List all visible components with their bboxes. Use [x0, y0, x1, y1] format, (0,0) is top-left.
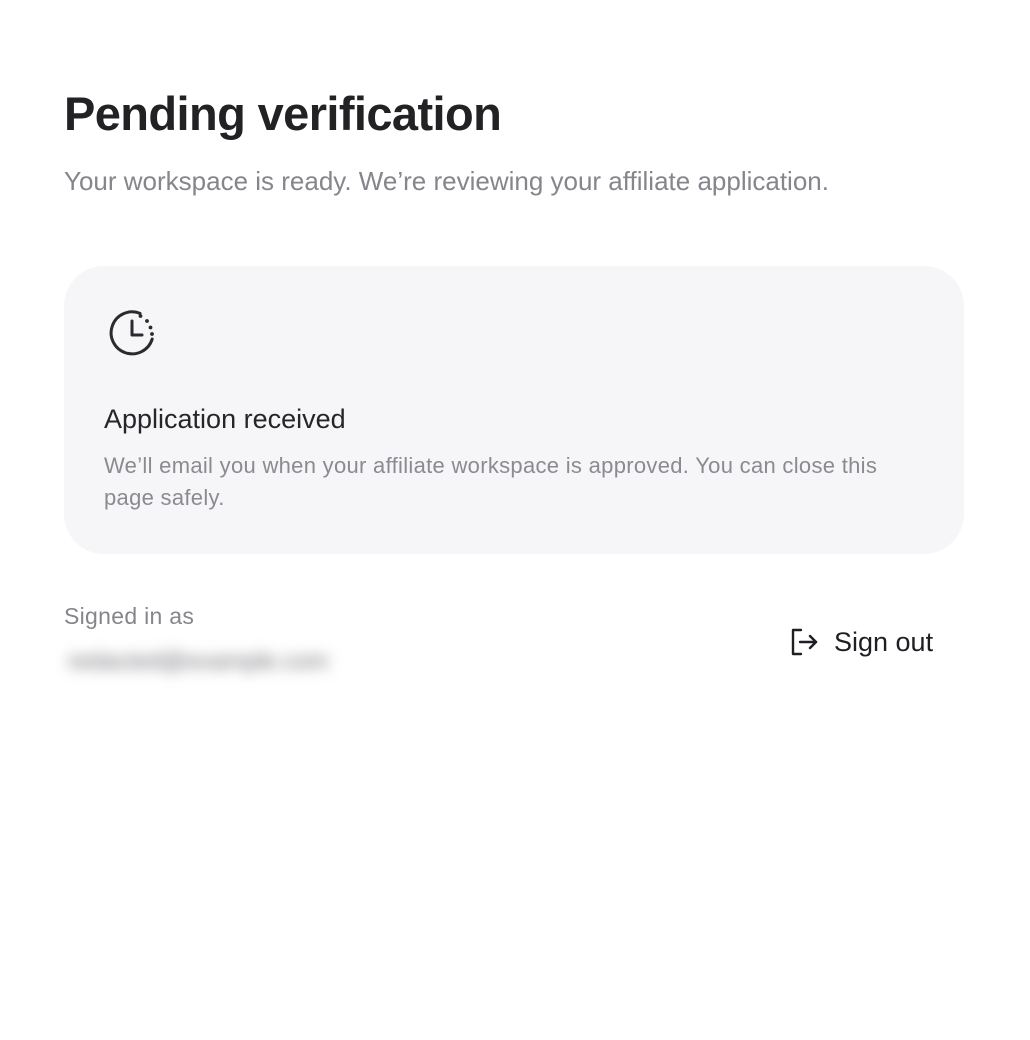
card-heading: Application received [104, 404, 346, 434]
log-out-icon [791, 628, 818, 656]
sign-out-label: Sign out [834, 626, 934, 657]
signed-in-email: redacted@example.com [68, 648, 329, 675]
card-body-text: We’ll email you when your affiliate work… [104, 453, 878, 510]
sign-out-button[interactable]: Sign out [780, 622, 941, 662]
page-title: Pending verification [64, 87, 502, 140]
clock-pending-icon [109, 310, 154, 356]
signed-in-label: Signed in as [64, 603, 195, 629]
page-subtitle: Your workspace is ready. We’re reviewing… [64, 166, 829, 196]
